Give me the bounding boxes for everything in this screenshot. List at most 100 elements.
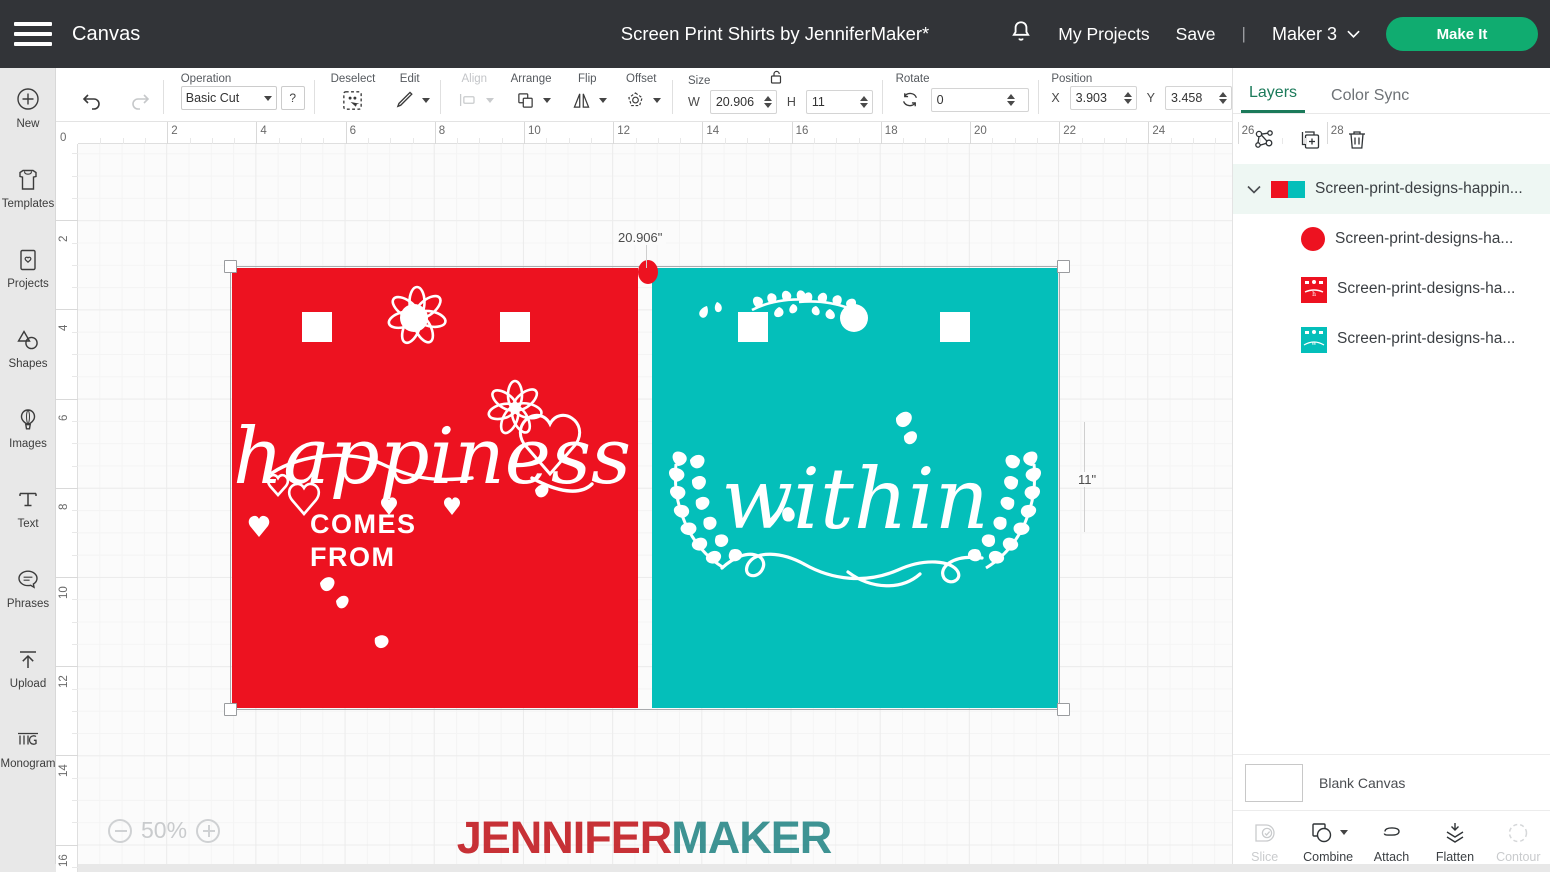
sidebar-item-projects[interactable]: Projects	[0, 228, 56, 308]
width-field[interactable]	[709, 90, 777, 114]
chevron-down-icon[interactable]	[653, 97, 662, 103]
combine-button[interactable]: Combine	[1296, 811, 1359, 872]
plus-circle-icon[interactable]	[196, 818, 221, 843]
undo-icon[interactable]	[78, 86, 106, 114]
layer-name: Screen-print-designs-ha...	[1337, 330, 1516, 347]
layer-thumbnail: h	[1301, 275, 1327, 303]
vertical-ruler: 24681012141618	[56, 122, 78, 872]
height-input[interactable]	[811, 95, 858, 109]
sidebar-item-label: Phrases	[6, 597, 50, 610]
hamburger-icon[interactable]	[14, 19, 52, 49]
resize-handle-bottom-right[interactable]	[1057, 703, 1070, 716]
x-field[interactable]	[1069, 86, 1137, 110]
ruler-minor-tick	[1126, 138, 1128, 144]
bell-icon[interactable]	[1008, 19, 1034, 49]
layer-name: Screen-print-designs-ha...	[1337, 280, 1516, 297]
toolbar-divider	[672, 80, 674, 114]
teal-design-panel[interactable]: within	[652, 268, 1058, 708]
deselect-icon[interactable]	[339, 86, 367, 114]
combine-icon	[1311, 822, 1331, 842]
tab-color-sync[interactable]: Color Sync	[1323, 87, 1417, 113]
ruler-tick	[56, 577, 78, 578]
flip-icon[interactable]	[567, 86, 595, 114]
ruler-minor-tick	[479, 138, 481, 144]
tab-layers[interactable]: Layers	[1241, 84, 1306, 113]
sidebar-item-new[interactable]: New	[0, 68, 56, 148]
layer-thumbnail: w	[1301, 325, 1327, 353]
height-field[interactable]	[805, 90, 873, 114]
unlock-icon[interactable]	[768, 69, 784, 90]
resize-handle-top-left[interactable]	[224, 260, 237, 273]
layer-operations: Slice Combine Attach Flatten Contour	[1233, 810, 1550, 872]
operation-help-button[interactable]: ?	[280, 86, 305, 110]
x-input[interactable]	[1075, 91, 1122, 105]
duplicate-icon[interactable]	[1297, 126, 1325, 154]
ruler-minor-tick	[1304, 138, 1306, 144]
my-projects-link[interactable]: My Projects	[1058, 24, 1149, 45]
width-input[interactable]	[715, 95, 762, 109]
rotate-handle[interactable]	[638, 260, 658, 284]
width-stepper[interactable]	[763, 96, 774, 108]
slice-icon	[1255, 823, 1275, 842]
layer-row[interactable]: Screen-print-designs-ha...	[1233, 214, 1550, 264]
flatten-button[interactable]: Flatten	[1423, 811, 1486, 872]
resize-handle-bottom-left[interactable]	[224, 703, 237, 716]
sidebar-item-text[interactable]: Text	[0, 468, 56, 548]
watermark-part1: JENNIFER	[456, 812, 673, 863]
leaf-sprig	[699, 290, 858, 325]
layer-row[interactable]: w Screen-print-designs-ha...	[1233, 314, 1550, 364]
ruler-tick-label: 12	[58, 675, 70, 689]
make-it-button[interactable]: Make It	[1386, 17, 1538, 51]
layer-row[interactable]: h Screen-print-designs-ha...	[1233, 264, 1550, 314]
design-canvas[interactable]: happiness COMES FROM within 20.906" 11" …	[56, 122, 1232, 872]
group-icon[interactable]	[1251, 126, 1279, 154]
contour-button: Contour	[1487, 811, 1550, 872]
attach-icon	[1383, 826, 1400, 836]
y-stepper[interactable]	[1219, 92, 1229, 104]
machine-selector[interactable]: Maker 3	[1272, 24, 1360, 45]
sidebar-item-shapes[interactable]: Shapes	[0, 308, 56, 388]
red-design-panel[interactable]: happiness COMES FROM	[232, 268, 638, 708]
operation-select[interactable]: Basic Cut	[180, 86, 277, 110]
resize-handle-top-right[interactable]	[1057, 260, 1070, 273]
rotate-field[interactable]	[930, 88, 1029, 112]
chevron-down-icon[interactable]	[599, 97, 608, 103]
sidebar-item-upload[interactable]: Upload	[0, 628, 56, 708]
sidebar-item-templates[interactable]: Templates	[0, 148, 56, 228]
minus-circle-icon[interactable]	[108, 818, 132, 843]
offset-icon[interactable]	[621, 86, 649, 114]
chevron-down-icon[interactable]	[1247, 185, 1261, 194]
rotate-icon[interactable]	[896, 86, 924, 114]
design-selection-group[interactable]: happiness COMES FROM within	[224, 260, 1070, 716]
y-field[interactable]	[1165, 86, 1233, 110]
ruler-minor-tick	[100, 138, 102, 144]
pencil-icon[interactable]	[390, 86, 418, 114]
sidebar-item-label: Monogram	[0, 757, 56, 770]
left-sidebar: New Templates Projects Shapes Images Tex…	[0, 68, 56, 872]
chevron-down-icon[interactable]	[543, 97, 552, 103]
arrange-icon[interactable]	[511, 86, 539, 114]
swatch-teal	[1288, 180, 1305, 198]
zoom-level: 50%	[141, 817, 188, 843]
layer-row-group[interactable]: Screen-print-designs-happin...	[1233, 164, 1550, 214]
rotate-stepper[interactable]	[1006, 94, 1017, 106]
x-stepper[interactable]	[1123, 92, 1134, 104]
trash-icon[interactable]	[1343, 126, 1371, 154]
ruler-tick	[524, 122, 525, 144]
chevron-down-icon[interactable]	[1339, 830, 1348, 835]
ruler-tick-label: 8	[438, 125, 446, 137]
redo-icon[interactable]	[126, 86, 154, 114]
layer-tools	[1233, 114, 1550, 164]
sidebar-item-phrases[interactable]: Phrases	[0, 548, 56, 628]
sidebar-item-images[interactable]: Images	[0, 388, 56, 468]
height-stepper[interactable]	[859, 96, 870, 108]
y-input[interactable]	[1171, 91, 1218, 105]
rotate-input[interactable]	[936, 93, 1005, 107]
sidebar-item-monogram[interactable]: Monogram	[0, 708, 56, 788]
chevron-down-icon[interactable]	[421, 97, 430, 103]
save-button[interactable]: Save	[1176, 24, 1216, 45]
blank-canvas-row[interactable]: Blank Canvas	[1233, 754, 1550, 810]
ruler-minor-tick	[1215, 138, 1217, 144]
attach-button[interactable]: Attach	[1360, 811, 1423, 872]
blank-canvas-swatch[interactable]	[1245, 763, 1303, 802]
